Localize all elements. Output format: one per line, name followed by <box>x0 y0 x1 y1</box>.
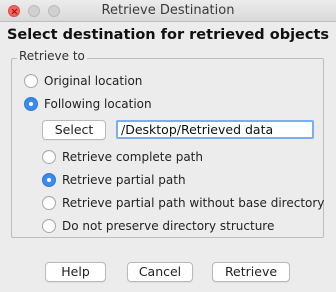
radio-label: Following location <box>44 97 152 111</box>
radio-button-selected-icon[interactable] <box>42 173 56 187</box>
radio-label: Original location <box>44 74 143 88</box>
radio-label: Retrieve partial path without base direc… <box>62 196 325 210</box>
select-button[interactable]: Select <box>42 120 106 140</box>
radio-partial-path-no-base[interactable]: Retrieve partial path without base direc… <box>42 194 324 212</box>
radio-button-icon[interactable] <box>24 74 38 88</box>
retrieve-to-legend: Retrieve to <box>17 49 87 63</box>
help-button[interactable]: Help <box>45 262 106 282</box>
radio-button-icon[interactable] <box>42 196 56 210</box>
retrieve-button[interactable]: Retrieve <box>212 262 290 282</box>
window-title: Retrieve Destination <box>101 3 235 18</box>
radio-label: Retrieve complete path <box>62 150 203 164</box>
radio-no-directory-structure[interactable]: Do not preserve directory structure <box>42 217 274 235</box>
radio-retrieve-complete-path[interactable]: Retrieve complete path <box>42 148 203 166</box>
radio-button-selected-icon[interactable] <box>24 97 38 111</box>
radio-button-icon[interactable] <box>42 150 56 164</box>
radio-label: Do not preserve directory structure <box>62 219 275 233</box>
cancel-button[interactable]: Cancel <box>127 262 193 282</box>
radio-retrieve-partial-path[interactable]: Retrieve partial path <box>42 171 186 189</box>
radio-button-icon[interactable] <box>42 219 56 233</box>
title-bar: Retrieve Destination <box>0 0 336 22</box>
radio-following-location[interactable]: Following location <box>24 95 152 113</box>
radio-original-location[interactable]: Original location <box>24 72 142 90</box>
dialog-heading: Select destination for retrieved objects <box>6 27 330 43</box>
radio-label: Retrieve partial path <box>62 173 186 187</box>
destination-path-field[interactable]: /Desktop/Retrieved data <box>116 120 314 139</box>
